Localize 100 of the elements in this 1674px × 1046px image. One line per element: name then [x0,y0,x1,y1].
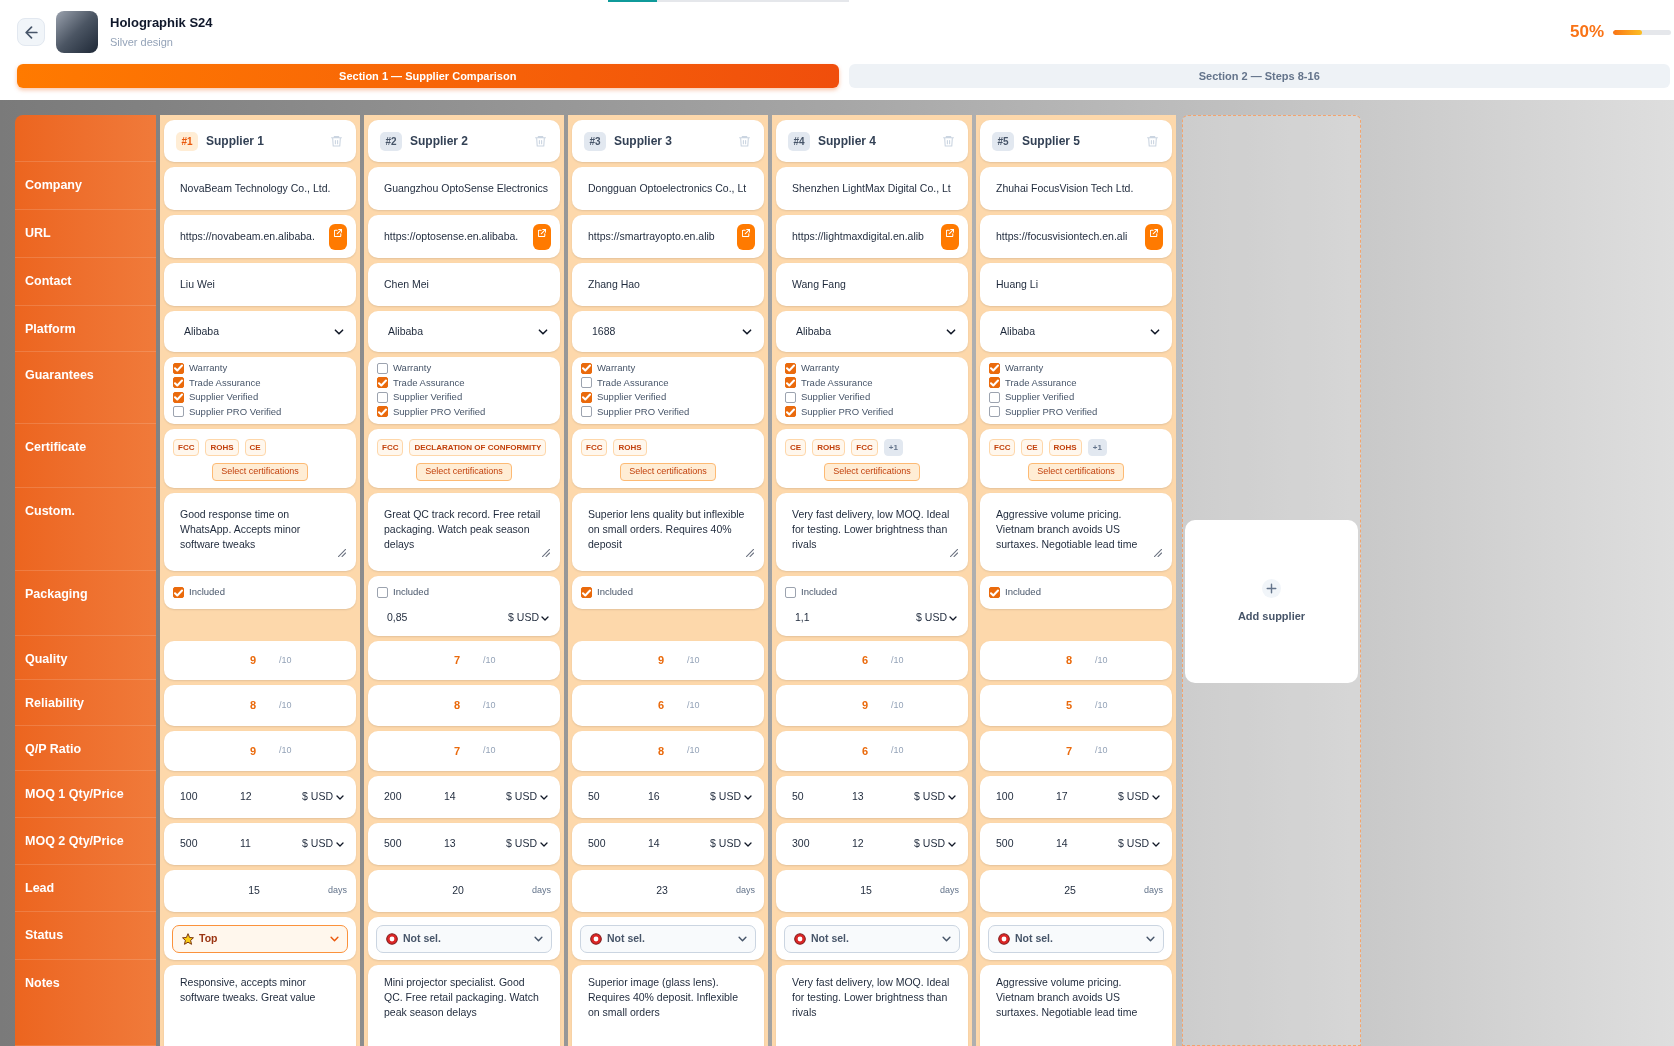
lead-time-field[interactable]: 15 [860,883,872,899]
status-select[interactable]: Top [172,924,348,953]
status-select[interactable]: Not sel. [988,924,1164,953]
select-certifications-button[interactable]: Select certifications [416,463,512,481]
currency-select[interactable]: $ USD [710,836,752,852]
currency-select[interactable]: $ USD [916,610,957,626]
currency-select[interactable]: $ USD [914,789,956,805]
guarantee-checkbox[interactable] [173,377,184,389]
guarantee-checkbox[interactable] [785,362,796,374]
company-field[interactable]: Dongguan Optoelectronics Co., Lt [572,167,764,210]
price-field[interactable]: 13 [444,836,456,852]
open-link-button[interactable] [941,223,959,250]
currency-select[interactable]: $ USD [1118,836,1160,852]
lead-time-field[interactable]: 23 [656,883,668,899]
lead-time-field[interactable]: 15 [248,883,260,899]
guarantee-checkbox[interactable] [173,406,184,418]
resize-handle-icon[interactable] [746,549,754,557]
price-field[interactable]: 14 [1056,836,1068,852]
status-select[interactable]: Not sel. [580,924,756,953]
platform-select[interactable]: 1688 [572,311,764,352]
packaging-checkbox[interactable] [581,587,592,598]
price-field[interactable]: 14 [444,789,456,805]
contact-field[interactable]: Chen Mei [368,263,560,306]
notes-field[interactable]: Mini projector specialist. Good QC. Free retail packaging. Watch peak season delays [368,965,560,1046]
url-field[interactable]: https://smartrayopto.en.alib [588,228,715,245]
guarantee-checkbox[interactable] [581,406,592,418]
guarantee-checkbox[interactable] [581,391,592,403]
quantity-field[interactable]: 200 [384,789,444,805]
guarantee-checkbox[interactable] [785,377,796,389]
back-button[interactable] [17,18,45,46]
notes-field[interactable]: Superior image (glass lens). Requires 40% deposit. Inflexible on small orders [572,965,764,1046]
packaging-checkbox[interactable] [173,587,184,598]
open-link-button[interactable] [533,223,551,250]
currency-select[interactable]: $ USD [710,789,752,805]
quantity-field[interactable]: 100 [180,789,240,805]
quantity-field[interactable]: 100 [996,789,1056,805]
price-field[interactable]: 16 [648,789,660,805]
company-field[interactable]: Guangzhou OptoSense Electronics [368,167,560,210]
guarantee-checkbox[interactable] [377,391,388,403]
contact-field[interactable]: Liu Wei [164,263,356,306]
resize-handle-icon[interactable] [1154,549,1162,557]
select-certifications-button[interactable]: Select certifications [1028,463,1124,481]
contact-field[interactable]: Huang Li [980,263,1172,306]
price-field[interactable]: 1,1 [795,610,810,626]
price-field[interactable]: 11 [240,836,251,852]
url-field[interactable]: https://novabeam.en.alibaba. [180,228,315,245]
company-field[interactable]: Zhuhai FocusVision Tech Ltd. [980,167,1172,210]
guarantee-checkbox[interactable] [581,362,592,374]
notes-field[interactable]: Responsive, accepts minor software tweaks. Great value [164,965,356,1046]
price-field[interactable]: 13 [852,789,864,805]
currency-select[interactable]: $ USD [506,836,548,852]
currency-select[interactable]: $ USD [508,610,549,626]
custom-notes-field[interactable]: Great QC track record. Free retail packaging. Watch peak season delays [368,493,560,571]
guarantee-checkbox[interactable] [173,362,184,374]
custom-notes-field[interactable]: Aggressive volume pricing. Vietnam branch avoids US surtaxes. Negotiable lead time [980,493,1172,571]
guarantee-checkbox[interactable] [989,391,1000,403]
guarantee-checkbox[interactable] [377,377,388,389]
guarantee-checkbox[interactable] [989,362,1000,374]
packaging-checkbox[interactable] [377,587,388,598]
select-certifications-button[interactable]: Select certifications [824,463,920,481]
contact-field[interactable]: Wang Fang [776,263,968,306]
quantity-field[interactable]: 500 [180,836,240,852]
open-link-button[interactable] [329,223,347,250]
price-field[interactable]: 14 [648,836,660,852]
price-field[interactable]: 17 [1056,789,1068,805]
select-certifications-button[interactable]: Select certifications [212,463,308,481]
platform-select[interactable]: Alibaba [776,311,968,352]
url-field[interactable]: https://lightmaxdigital.en.alib [792,228,924,245]
price-field[interactable]: 12 [852,836,864,852]
custom-notes-field[interactable]: Superior lens quality but inflexible on small orders. Requires 40% deposit [572,493,764,571]
packaging-checkbox[interactable] [785,587,796,598]
resize-handle-icon[interactable] [950,549,958,557]
section-tab[interactable]: Section 2 — Steps 8-16 [848,64,1670,88]
guarantee-checkbox[interactable] [989,406,1000,418]
lead-time-field[interactable]: 20 [452,883,464,899]
status-select[interactable]: Not sel. [784,924,960,953]
quantity-field[interactable]: 50 [588,789,648,805]
guarantee-checkbox[interactable] [581,377,592,389]
custom-notes-field[interactable]: Very fast delivery, low MOQ. Ideal for testing. Lower brightness than rivals [776,493,968,571]
price-field[interactable]: 0,85 [387,610,408,626]
currency-select[interactable]: $ USD [914,836,956,852]
company-field[interactable]: NovaBeam Technology Co., Ltd. [164,167,356,210]
platform-select[interactable]: Alibaba [164,311,356,352]
resize-handle-icon[interactable] [338,549,346,557]
lead-time-field[interactable]: 25 [1064,883,1076,899]
currency-select[interactable]: $ USD [302,789,344,805]
guarantee-checkbox[interactable] [989,377,1000,389]
resize-handle-icon[interactable] [542,549,550,557]
guarantee-checkbox[interactable] [785,406,796,418]
currency-select[interactable]: $ USD [1118,789,1160,805]
quantity-field[interactable]: 500 [588,836,648,852]
quantity-field[interactable]: 300 [792,836,852,852]
select-certifications-button[interactable]: Select certifications [620,463,716,481]
custom-notes-field[interactable]: Good response time on WhatsApp. Accepts minor software tweaks [164,493,356,571]
contact-field[interactable]: Zhang Hao [572,263,764,306]
price-field[interactable]: 12 [240,789,252,805]
notes-field[interactable]: Aggressive volume pricing. Vietnam branch avoids US surtaxes. Negotiable lead time [980,965,1172,1046]
company-field[interactable]: Shenzhen LightMax Digital Co., Lt [776,167,968,210]
url-field[interactable]: https://focusvisiontech.en.ali [996,228,1128,245]
quantity-field[interactable]: 500 [384,836,444,852]
